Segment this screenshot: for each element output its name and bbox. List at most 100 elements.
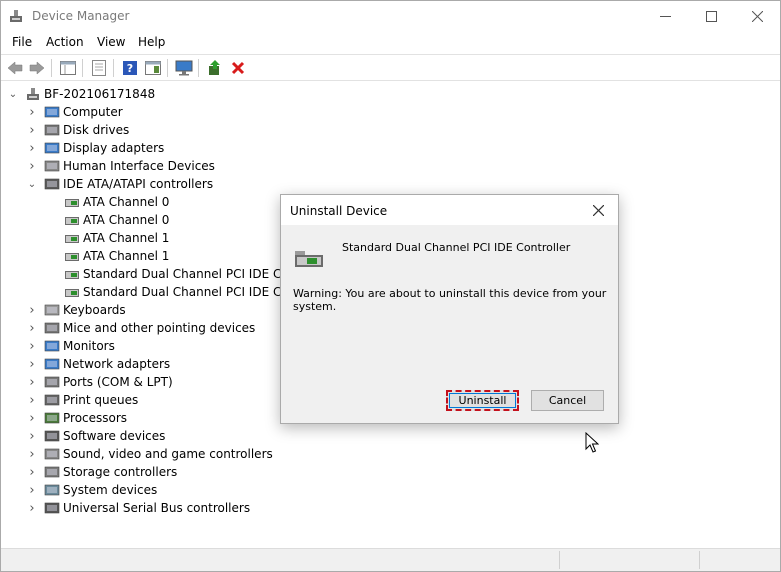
- expand-chevron-icon[interactable]: ›: [26, 499, 38, 517]
- tree-category-label: System devices: [63, 483, 158, 497]
- dialog-title-bar[interactable]: Uninstall Device: [281, 195, 618, 225]
- tree-device-label: ATA Channel 0: [83, 195, 170, 209]
- uninstall-x-icon: [231, 61, 245, 75]
- help-button[interactable]: ?: [121, 59, 139, 77]
- mouse-icon: [44, 322, 60, 334]
- tree-category-label: Software devices: [63, 429, 166, 443]
- expand-chevron-icon[interactable]: ›: [26, 391, 38, 409]
- expand-chevron-icon[interactable]: ›: [26, 337, 38, 355]
- tree-category[interactable]: › Disk drives: [26, 121, 129, 139]
- processor-icon: [44, 412, 60, 424]
- expand-chevron-icon[interactable]: ›: [26, 139, 38, 157]
- expand-chevron-icon[interactable]: ›: [26, 427, 38, 445]
- tree-root[interactable]: ⌄ BF-202106171848: [7, 85, 155, 103]
- tree-category[interactable]: › Processors: [26, 409, 127, 427]
- update-driver-icon: [209, 60, 220, 75]
- uninstall-button[interactable]: Uninstall: [446, 390, 519, 411]
- properties-button[interactable]: [90, 59, 108, 77]
- tree-category-label: Display adapters: [63, 141, 165, 155]
- action-pane-button[interactable]: [144, 59, 162, 77]
- expand-chevron-icon[interactable]: ›: [26, 445, 38, 463]
- tree-category[interactable]: › Keyboards: [26, 301, 126, 319]
- expand-chevron-icon[interactable]: ›: [26, 121, 38, 139]
- expand-chevron-icon[interactable]: ›: [26, 463, 38, 481]
- menu-action[interactable]: Action: [46, 35, 84, 49]
- dialog-warning-text: Warning: You are about to uninstall this…: [293, 287, 607, 313]
- tree-category[interactable]: › Display adapters: [26, 139, 164, 157]
- update-driver-button[interactable]: [206, 59, 224, 77]
- uninstall-device-dialog: Uninstall Device Standard Dual Channel P…: [280, 194, 619, 424]
- ide-channel-icon: [65, 217, 79, 225]
- forward-button[interactable]: [28, 59, 46, 77]
- tree-category[interactable]: › Ports (COM & LPT): [26, 373, 173, 391]
- uninstall-device-button[interactable]: [229, 59, 247, 77]
- tree-category[interactable]: › Storage controllers: [26, 463, 177, 481]
- tree-category[interactable]: › Network adapters: [26, 355, 170, 373]
- tree-category[interactable]: › Monitors: [26, 337, 114, 355]
- minimize-button[interactable]: [642, 1, 688, 32]
- tree-device[interactable]: Standard Dual Channel PCI IDE Contr: [52, 283, 306, 301]
- display-icon: [44, 142, 60, 154]
- minimize-icon: [659, 16, 671, 17]
- tree-device[interactable]: ATA Channel 0: [52, 211, 169, 229]
- status-separator: [559, 551, 560, 569]
- tree-category[interactable]: › Print queues: [26, 391, 138, 409]
- close-icon: [751, 11, 763, 22]
- collapse-chevron-icon[interactable]: ⌄: [7, 85, 19, 103]
- tree-category[interactable]: › System devices: [26, 481, 157, 499]
- tree-category-label: IDE ATA/ATAPI controllers: [63, 177, 214, 191]
- tree-category-label: Disk drives: [63, 123, 130, 137]
- tree-device[interactable]: Standard Dual Channel PCI IDE Contr: [52, 265, 306, 283]
- toolbar-separator: [198, 59, 199, 77]
- expand-chevron-icon[interactable]: ›: [26, 157, 38, 175]
- title-bar[interactable]: Device Manager: [1, 1, 780, 32]
- ide-channel-icon: [65, 271, 79, 279]
- cancel-button[interactable]: Cancel: [531, 390, 604, 411]
- expand-chevron-icon[interactable]: ›: [26, 355, 38, 373]
- tree-category[interactable]: ⌄ IDE ATA/ATAPI controllers: [26, 175, 213, 193]
- expand-chevron-icon[interactable]: ›: [26, 301, 38, 319]
- mouse-cursor-icon: [585, 432, 599, 453]
- tree-device[interactable]: ATA Channel 0: [52, 193, 169, 211]
- ide-channel-icon: [65, 253, 79, 261]
- close-button[interactable]: [734, 1, 780, 32]
- expand-chevron-icon[interactable]: ›: [26, 319, 38, 337]
- collapse-chevron-icon[interactable]: ⌄: [26, 175, 38, 193]
- toolbar-separator: [113, 59, 114, 77]
- tree-device[interactable]: ATA Channel 1: [52, 229, 169, 247]
- menu-help[interactable]: Help: [138, 35, 165, 49]
- expand-chevron-icon[interactable]: ›: [26, 373, 38, 391]
- tree-category-label: Keyboards: [63, 303, 126, 317]
- maximize-button[interactable]: [688, 1, 734, 32]
- show-hide-console-tree-button[interactable]: [59, 59, 77, 77]
- tree-category-label: Mice and other pointing devices: [63, 321, 256, 335]
- dialog-close-button[interactable]: [583, 197, 613, 223]
- tree-category[interactable]: › Sound, video and game controllers: [26, 445, 272, 463]
- tree-category[interactable]: › Universal Serial Bus controllers: [26, 499, 250, 517]
- ide-icon: [44, 178, 60, 190]
- tree-category-label: Ports (COM & LPT): [63, 375, 173, 389]
- tree-category[interactable]: › Computer: [26, 103, 122, 121]
- ide-channel-icon: [65, 235, 79, 243]
- monitor-scan-icon: [175, 60, 193, 76]
- menu-bar: File Action View Help: [1, 32, 780, 54]
- tree-category[interactable]: › Software devices: [26, 427, 165, 445]
- help-icon: ?: [123, 61, 137, 75]
- expand-chevron-icon[interactable]: ›: [26, 481, 38, 499]
- tree-category-label: Universal Serial Bus controllers: [63, 501, 251, 515]
- tree-category-label: Processors: [63, 411, 128, 425]
- expand-chevron-icon[interactable]: ›: [26, 409, 38, 427]
- tree-category[interactable]: › Mice and other pointing devices: [26, 319, 255, 337]
- device-manager-window: Device Manager File Action View Help ? ⌄…: [0, 0, 781, 572]
- driver-page-icon: [92, 60, 106, 76]
- tree-device[interactable]: ATA Channel 1: [52, 247, 169, 265]
- ide-channel-icon: [65, 289, 79, 297]
- menu-view[interactable]: View: [97, 35, 125, 49]
- scan-hardware-button[interactable]: [175, 59, 193, 77]
- menu-file[interactable]: File: [12, 35, 32, 49]
- tree-category[interactable]: › Human Interface Devices: [26, 157, 215, 175]
- software-device-icon: [44, 430, 60, 442]
- expand-chevron-icon[interactable]: ›: [26, 103, 38, 121]
- tree-category-label: Human Interface Devices: [63, 159, 215, 173]
- back-button[interactable]: [6, 59, 24, 77]
